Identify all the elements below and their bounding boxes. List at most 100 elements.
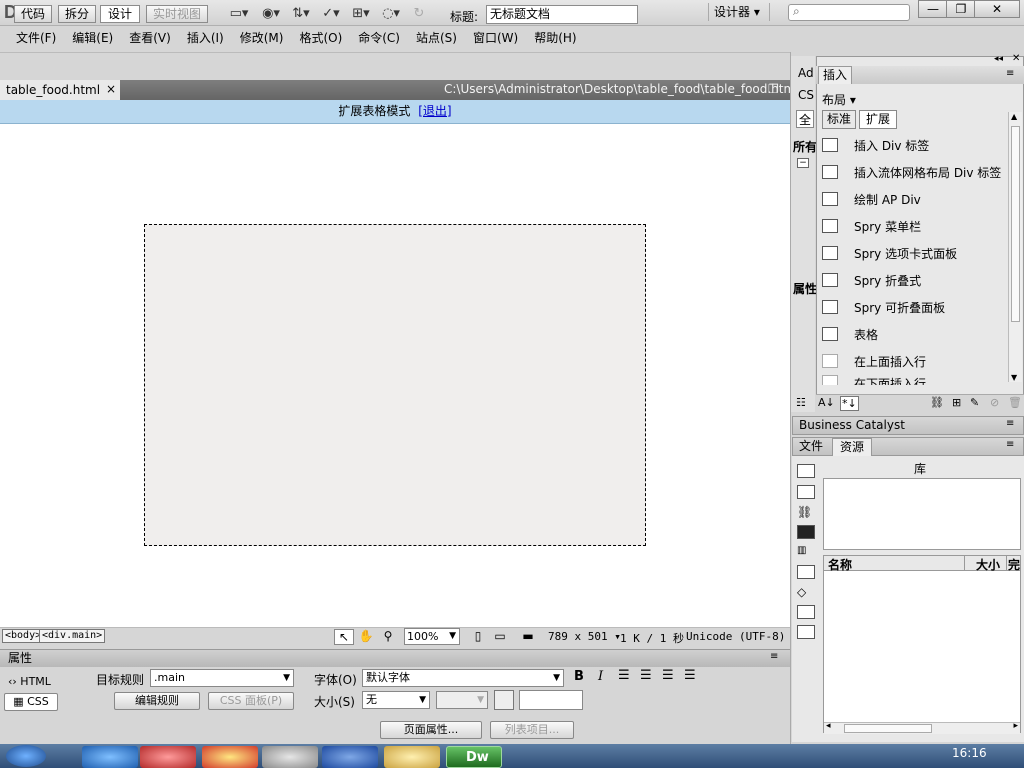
- chrome-taskbar-icon[interactable]: [202, 746, 258, 768]
- menu-commands[interactable]: 命令(C): [350, 29, 408, 46]
- category-view-icon[interactable]: ☷: [796, 396, 806, 409]
- menu-insert[interactable]: 插入(I): [179, 29, 232, 46]
- menu-file[interactable]: 文件(F): [8, 29, 64, 46]
- list-items-button[interactable]: 列表项目...: [490, 721, 574, 739]
- close-button[interactable]: ✕: [974, 0, 1020, 18]
- collapse-icon[interactable]: −: [797, 158, 809, 168]
- flash-icon[interactable]: [797, 525, 815, 539]
- refresh-icon[interactable]: ↻: [406, 6, 432, 22]
- color-picker[interactable]: [494, 690, 514, 710]
- properties-panel-header[interactable]: 属性: [0, 649, 790, 667]
- library-table[interactable]: [823, 555, 1021, 733]
- zoom-select[interactable]: 100% ▼: [404, 628, 460, 645]
- movies-icon[interactable]: [797, 565, 815, 579]
- colors-icon[interactable]: [797, 485, 815, 499]
- tablet-size-icon[interactable]: ▭: [490, 629, 510, 645]
- panel-menu-icon[interactable]: ≡: [1006, 418, 1014, 429]
- document-title-input[interactable]: 无标题文档: [486, 5, 638, 24]
- exit-expanded-mode-link[interactable]: [退出]: [418, 104, 451, 118]
- size-unit-select[interactable]: ▼: [436, 691, 488, 709]
- css-panel-button[interactable]: CSS 面板(P): [208, 692, 294, 710]
- urls-icon[interactable]: ⛓: [797, 505, 815, 519]
- panel-menu-icon[interactable]: ≡: [1006, 68, 1014, 79]
- sort-order-icon[interactable]: *↓: [840, 396, 859, 411]
- insert-category-select[interactable]: 布局 ▾: [822, 91, 856, 108]
- align-left-icon[interactable]: ☰: [618, 668, 630, 683]
- new-rule-icon[interactable]: ⊞: [952, 396, 961, 409]
- library-icon[interactable]: [797, 625, 815, 639]
- insert-scrollbar[interactable]: ▲ ▼: [1008, 112, 1022, 382]
- desktop-size-icon[interactable]: ▬: [516, 629, 540, 645]
- collapsed-ad-tab[interactable]: Ad: [798, 66, 814, 80]
- menu-view[interactable]: 查看(V): [121, 29, 179, 46]
- draw-ap-div[interactable]: 绘制 AP Div: [822, 186, 1008, 212]
- italic-button[interactable]: I: [598, 669, 603, 684]
- ie-taskbar-icon[interactable]: [82, 746, 138, 768]
- insert-div-tag[interactable]: 插入 Div 标签: [822, 132, 1008, 158]
- code-view-button[interactable]: 代码: [14, 5, 52, 23]
- spry-tabbed-panels[interactable]: Spry 选项卡式面板: [822, 240, 1008, 266]
- start-button[interactable]: [6, 745, 46, 767]
- menu-help[interactable]: 帮助(H): [526, 29, 584, 46]
- library-hscrollbar[interactable]: ◂ ▸: [824, 721, 1020, 734]
- div-main-box[interactable]: [144, 224, 646, 546]
- images-icon[interactable]: [797, 464, 815, 478]
- taskbar-clock[interactable]: 16:16: [952, 746, 987, 760]
- files-tab[interactable]: 文件: [794, 438, 828, 456]
- insert-table[interactable]: 表格: [822, 321, 1008, 347]
- html-mode-button[interactable]: ‹› HTML: [8, 675, 51, 688]
- preview-browser-icon[interactable]: ◉▾: [258, 6, 284, 22]
- shockwave-icon[interactable]: ▥: [797, 545, 815, 559]
- close-panel-icon[interactable]: ✕: [1012, 53, 1020, 64]
- sort-az-icon[interactable]: A↓: [818, 396, 835, 409]
- system-tray-icons[interactable]: [790, 752, 910, 764]
- menu-site[interactable]: 站点(S): [408, 29, 465, 46]
- scroll-left-icon[interactable]: ◂: [826, 721, 831, 731]
- page-properties-button[interactable]: 页面属性...: [380, 721, 482, 739]
- hand-tool-icon[interactable]: ✋: [356, 629, 376, 645]
- color-input[interactable]: [519, 690, 583, 710]
- workspace-switcher[interactable]: 设计器 ▾: [708, 3, 770, 21]
- spry-menubar[interactable]: Spry 菜单栏: [822, 213, 1008, 239]
- business-catalyst-header[interactable]: Business Catalyst: [792, 416, 1024, 435]
- browser-compat-icon[interactable]: ⊞▾: [348, 6, 374, 22]
- target-rule-select[interactable]: .main ▼: [150, 669, 294, 687]
- maximize-button[interactable]: ❐: [946, 0, 976, 18]
- w3c-validation-icon[interactable]: ✓▾: [318, 6, 344, 22]
- collapsed-css-tab[interactable]: CS: [798, 88, 814, 102]
- search-input[interactable]: ⌕: [788, 4, 910, 21]
- align-right-icon[interactable]: ☰: [662, 668, 674, 683]
- split-view-button[interactable]: 拆分: [58, 5, 96, 23]
- window-size[interactable]: 789 x 501 ▾: [548, 630, 621, 643]
- col-size[interactable]: 大小: [976, 556, 1000, 573]
- scroll-thumb[interactable]: [1011, 126, 1020, 322]
- collapse-panel-icon[interactable]: ◂◂: [994, 54, 1003, 64]
- insert-fluid-grid-div[interactable]: 插入流体网格布局 Div 标签: [822, 159, 1008, 185]
- tool-taskbar-icon[interactable]: [262, 746, 318, 768]
- spry-accordion[interactable]: Spry 折叠式: [822, 267, 1008, 293]
- spry-collapsible-panel[interactable]: Spry 可折叠面板: [822, 294, 1008, 320]
- design-view-button[interactable]: 设计: [100, 5, 140, 23]
- standard-subtab[interactable]: 标准: [822, 110, 856, 129]
- close-tab-icon[interactable]: ×: [106, 82, 116, 96]
- bold-button[interactable]: B: [574, 669, 584, 684]
- trash-icon[interactable]: 🗑: [1008, 396, 1022, 409]
- link-icon[interactable]: ⛓: [930, 396, 944, 409]
- align-justify-icon[interactable]: ☰: [684, 668, 696, 683]
- scroll-down-icon[interactable]: ▼: [1011, 373, 1017, 382]
- panel-menu-icon[interactable]: ≡: [770, 651, 778, 662]
- scroll-up-icon[interactable]: ▲: [1011, 112, 1017, 121]
- panel-menu-icon[interactable]: ≡: [1006, 439, 1014, 450]
- minimize-button[interactable]: —: [918, 0, 948, 18]
- mobile-size-icon[interactable]: ▯: [468, 629, 488, 645]
- file-management-icon[interactable]: ⇅▾: [288, 6, 314, 22]
- word-taskbar-icon[interactable]: [322, 746, 378, 768]
- document-tab[interactable]: table_food.html: [0, 80, 120, 100]
- size-select[interactable]: 无 ▼: [362, 691, 430, 709]
- col-name[interactable]: 名称: [828, 556, 852, 573]
- visual-aids-icon[interactable]: ◌▾: [378, 6, 404, 22]
- edit-rule-button[interactable]: 编辑规则: [114, 692, 200, 710]
- scroll-thumb[interactable]: [844, 724, 932, 733]
- scripts-icon[interactable]: ◇: [797, 585, 815, 599]
- explorer-taskbar-icon[interactable]: [384, 746, 440, 768]
